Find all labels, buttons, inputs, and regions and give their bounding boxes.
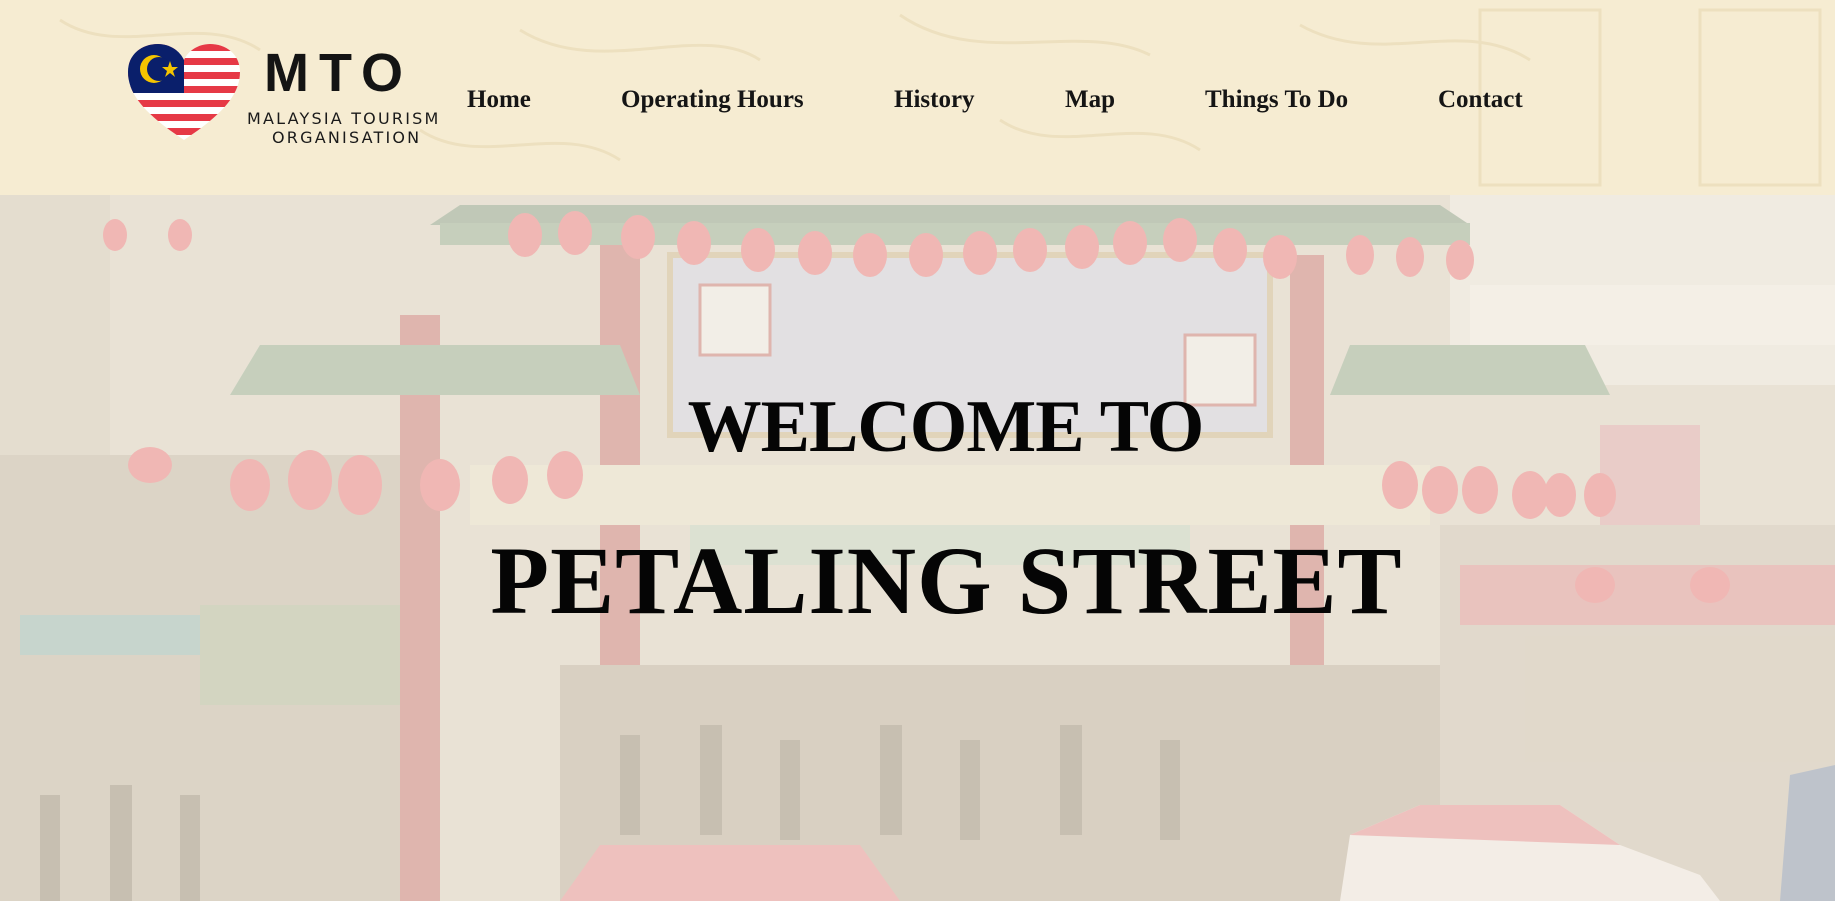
- nav-contact[interactable]: Contact: [1438, 86, 1523, 114]
- nav-home[interactable]: Home: [467, 86, 531, 114]
- site-header: MTO MALAYSIA TOURISM ORGANISATION Home O…: [0, 0, 1835, 195]
- nav-things-to-do[interactable]: Things To Do: [1205, 86, 1348, 114]
- nav-operating-hours[interactable]: Operating Hours: [621, 86, 804, 114]
- nav-map[interactable]: Map: [1065, 86, 1115, 114]
- nav-history[interactable]: History: [894, 86, 975, 114]
- main-navigation: Home Operating Hours History Map Things …: [0, 86, 1835, 116]
- hero-heading-welcome: WELCOME TO: [687, 386, 1205, 468]
- hero-section: WELCOME TO PETALING STREET: [0, 195, 1835, 901]
- hero-heading-petaling-street: PETALING STREET: [490, 527, 1403, 634]
- logo-name-line-2: ORGANISATION: [272, 128, 422, 147]
- page: MTO MALAYSIA TOURISM ORGANISATION Home O…: [0, 0, 1835, 901]
